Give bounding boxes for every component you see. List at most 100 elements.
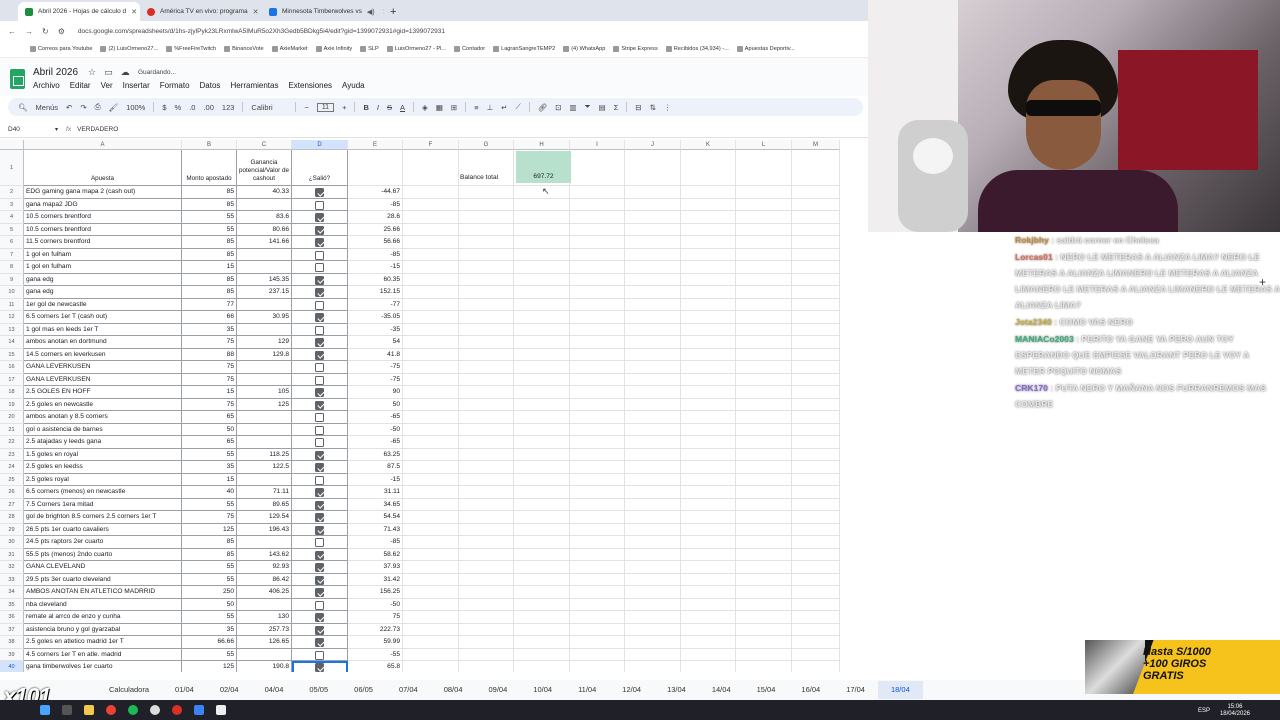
row-header[interactable]: 12 <box>0 311 24 324</box>
header-cell-a[interactable]: Apuesta <box>24 150 182 186</box>
checked-checkbox[interactable] <box>315 638 324 647</box>
header-cell-c[interactable]: Ganancia potencial/Valor de cashout <box>237 150 292 186</box>
row-header[interactable]: 4 <box>0 211 24 224</box>
empty-cell[interactable] <box>459 636 514 649</box>
bet-description-cell[interactable]: gana edg <box>24 273 182 286</box>
empty-cell[interactable] <box>514 473 570 486</box>
empty-cell[interactable] <box>625 461 681 474</box>
empty-cell[interactable] <box>570 586 625 599</box>
empty-cell[interactable] <box>403 411 459 424</box>
empty-cell[interactable] <box>570 198 625 211</box>
empty-cell[interactable] <box>403 323 459 336</box>
checked-checkbox[interactable] <box>315 663 324 672</box>
empty-cell[interactable] <box>625 423 681 436</box>
empty-cell[interactable] <box>681 411 736 424</box>
empty-cell[interactable] <box>403 336 459 349</box>
checked-checkbox[interactable] <box>315 400 324 410</box>
row-header[interactable]: 35 <box>0 598 24 611</box>
empty-cell[interactable] <box>570 186 625 199</box>
empty-cell[interactable] <box>570 448 625 461</box>
empty-cell[interactable] <box>403 198 459 211</box>
empty-cell[interactable] <box>403 623 459 636</box>
empty-cell[interactable] <box>736 336 792 349</box>
empty-cell[interactable] <box>459 348 514 361</box>
profit-cell[interactable]: 41.8 <box>348 348 403 361</box>
empty-cell[interactable] <box>681 486 736 499</box>
empty-cell[interactable] <box>514 223 570 236</box>
empty-cell[interactable] <box>736 561 792 574</box>
stake-amount-cell[interactable]: 15 <box>182 473 237 486</box>
column-header-b[interactable]: B <box>182 140 237 150</box>
stake-amount-cell[interactable]: 85 <box>182 198 237 211</box>
empty-cell[interactable] <box>736 386 792 399</box>
empty-cell[interactable] <box>792 411 840 424</box>
insert-chart-icon[interactable]: ▥ <box>570 103 577 112</box>
empty-cell[interactable] <box>570 311 625 324</box>
bet-description-cell[interactable]: 2.5 goles en leedss <box>24 461 182 474</box>
bookmark-item[interactable]: Apuestas Deportiv... <box>736 46 795 52</box>
empty-cell[interactable] <box>681 523 736 536</box>
profit-cell[interactable]: 63.25 <box>348 448 403 461</box>
bet-description-cell[interactable]: nba cleveland <box>24 598 182 611</box>
row-header[interactable]: 6 <box>0 236 24 249</box>
empty-cell[interactable] <box>736 436 792 449</box>
empty-cell[interactable] <box>681 211 736 224</box>
empty-cell[interactable] <box>625 598 681 611</box>
undo-icon[interactable]: ↶ <box>66 103 72 112</box>
empty-cell[interactable] <box>792 373 840 386</box>
payout-cell[interactable]: 196.43 <box>237 523 292 536</box>
filter-views-icon[interactable]: ▤ <box>599 103 606 112</box>
strikethrough-icon[interactable]: S <box>387 103 392 112</box>
empty-cell[interactable] <box>792 298 840 311</box>
bold-icon[interactable]: B <box>363 103 368 112</box>
row-header[interactable]: 31 <box>0 548 24 561</box>
empty-cell[interactable] <box>570 486 625 499</box>
empty-cell[interactable] <box>570 573 625 586</box>
chrome-icon[interactable] <box>172 705 182 715</box>
empty-cell[interactable] <box>459 648 514 661</box>
row-header[interactable]: 2 <box>0 186 24 199</box>
payout-cell[interactable]: 406.25 <box>237 586 292 599</box>
empty-cell[interactable] <box>403 473 459 486</box>
insert-comment-icon[interactable]: ⊡ <box>555 103 561 112</box>
checked-checkbox[interactable] <box>315 575 324 585</box>
empty-cell[interactable] <box>459 473 514 486</box>
empty-cell[interactable] <box>736 536 792 549</box>
row-header[interactable]: 27 <box>0 498 24 511</box>
column-header-m[interactable]: M <box>792 140 840 150</box>
empty-cell[interactable] <box>736 661 792 672</box>
empty-cell[interactable] <box>681 511 736 524</box>
profit-cell[interactable]: 156.25 <box>348 586 403 599</box>
sheet-tab[interactable]: 08/04 <box>431 681 476 699</box>
stake-amount-cell[interactable]: 35 <box>182 623 237 636</box>
row-header[interactable]: 13 <box>0 323 24 336</box>
empty-cell[interactable] <box>514 373 570 386</box>
empty-cell[interactable] <box>403 348 459 361</box>
row-header[interactable]: 15 <box>0 348 24 361</box>
result-checkbox-cell[interactable] <box>292 248 348 261</box>
site-info-icon[interactable]: ⚙ <box>58 27 65 36</box>
empty-cell[interactable] <box>625 273 681 286</box>
browser-tab-sheets[interactable]: Abril 2026 - Hojas de cálculo d ✕ <box>18 2 140 21</box>
empty-cell[interactable] <box>514 198 570 211</box>
row-header[interactable]: 32 <box>0 561 24 574</box>
bet-description-cell[interactable]: remate al arrco de enzo y cunha <box>24 611 182 624</box>
bet-description-cell[interactable]: 24.5 pts raptors 2er cuarto <box>24 536 182 549</box>
empty-cell[interactable] <box>570 211 625 224</box>
empty-cell[interactable] <box>459 311 514 324</box>
profit-cell[interactable]: -35.05 <box>348 311 403 324</box>
empty-cell[interactable] <box>736 648 792 661</box>
empty-cell[interactable] <box>459 598 514 611</box>
empty-cell[interactable] <box>792 386 840 399</box>
app-icon[interactable] <box>216 705 226 715</box>
payout-cell[interactable]: 257.73 <box>237 623 292 636</box>
row-header[interactable]: 22 <box>0 436 24 449</box>
empty-cell[interactable] <box>792 536 840 549</box>
empty-cell[interactable] <box>570 498 625 511</box>
empty-cell[interactable] <box>403 273 459 286</box>
result-checkbox-cell[interactable] <box>292 211 348 224</box>
search-icon[interactable] <box>62 705 72 715</box>
payout-cell[interactable] <box>237 436 292 449</box>
empty-cell[interactable] <box>681 311 736 324</box>
stake-amount-cell[interactable]: 125 <box>182 661 237 672</box>
